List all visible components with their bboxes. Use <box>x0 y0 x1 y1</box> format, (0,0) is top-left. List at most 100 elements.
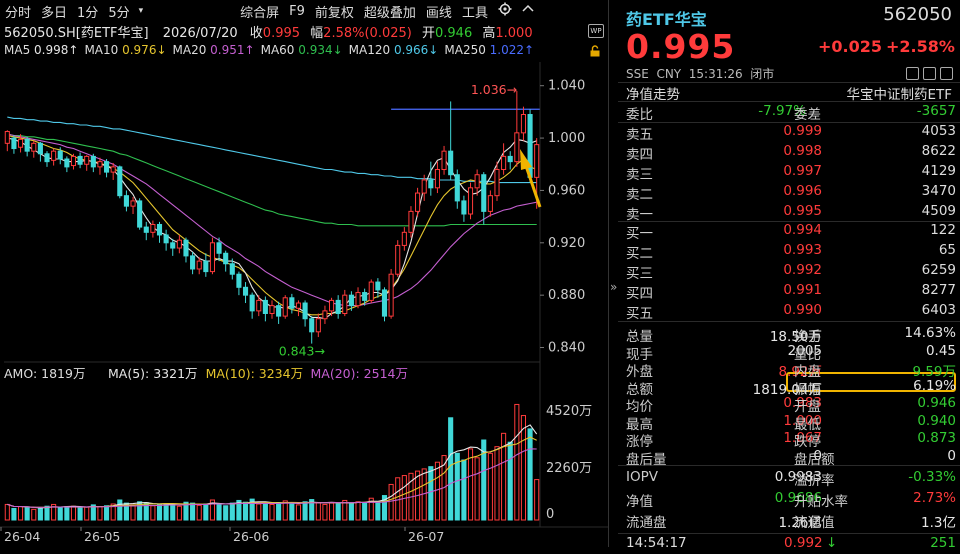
tab-period-1min[interactable]: 1分 <box>72 2 103 21</box>
more-periods-dropdown[interactable]: ▾ <box>135 6 148 16</box>
volume-bar <box>507 441 513 521</box>
ma-value-ma10: 0.976↓ <box>122 43 167 57</box>
candle-body <box>57 150 63 160</box>
tab-nav-trend[interactable]: 净值走势 <box>626 83 680 103</box>
max-price-annotation: 1.036→ <box>471 82 517 97</box>
tab-period-multiday[interactable]: 多日 <box>36 2 72 21</box>
volume-bar <box>11 507 17 521</box>
lock-icon[interactable] <box>589 45 601 61</box>
ma-value-ma250: 1.022↑ <box>489 43 535 57</box>
volume-bar <box>196 504 202 521</box>
stat-row: 盘后量 0 盘后额 0 <box>626 447 958 468</box>
quote-date: 2026/07/20 <box>162 26 238 41</box>
etf-stat-value: 2.73% <box>913 490 956 506</box>
stat-value: 0.946 <box>917 395 956 411</box>
add-icon[interactable] <box>940 66 953 81</box>
candle-body <box>150 223 156 233</box>
candle-body <box>375 281 381 291</box>
candle-body <box>249 294 255 312</box>
open-value: 0.946 <box>435 26 473 41</box>
volume-bar <box>527 428 533 521</box>
volume-bar <box>315 502 321 521</box>
etf-stat-label: 净值 <box>626 494 653 510</box>
edit-icon[interactable] <box>906 66 919 81</box>
volume-bar <box>176 505 182 521</box>
volume-bar <box>17 506 24 521</box>
bid-row: 买五 0.990 6403 <box>626 302 958 322</box>
volume-bar <box>428 466 434 521</box>
tool-forward-adjust[interactable]: 前复权 <box>310 2 359 21</box>
close-value: 0.995 <box>262 26 301 41</box>
volume-bar <box>269 503 275 521</box>
ask-volume: 8622 <box>921 143 956 159</box>
panel-divider <box>608 0 609 547</box>
bid-price: 0.993 <box>783 242 822 258</box>
volume-bar <box>262 502 268 521</box>
ask-row: 卖三 0.997 4129 <box>626 163 958 183</box>
candle-body <box>302 302 308 320</box>
candle-body <box>329 299 335 312</box>
tool-f9[interactable]: F9 <box>284 4 310 19</box>
candle-body <box>256 299 262 312</box>
volume-bar <box>190 502 196 521</box>
volume-bar <box>170 504 176 521</box>
stat-row: 总量 18.50万 换手 14.63% <box>626 325 958 345</box>
candle-body <box>315 318 321 333</box>
volume-bar <box>156 503 163 521</box>
volume-bar <box>461 459 467 521</box>
candle-body <box>289 297 295 309</box>
chevron-up-icon[interactable] <box>517 3 539 19</box>
candle-body <box>441 150 447 170</box>
candle-body <box>51 150 57 161</box>
volume-bar <box>150 505 156 521</box>
tool-composite-screen[interactable]: 综合屏 <box>235 2 284 21</box>
tool-draw-line[interactable]: 画线 <box>421 2 457 21</box>
security-code: 562050 <box>883 4 952 25</box>
price-axis-tick: 0.840 <box>548 341 585 356</box>
candle-body <box>355 292 361 307</box>
candle-body <box>143 226 149 233</box>
tab-period-minute[interactable]: 分时 <box>0 2 36 21</box>
time-axis-label: 26-04 <box>4 529 40 544</box>
candle-body <box>520 114 527 134</box>
stat-value: 6.19% <box>913 377 956 394</box>
candle-body <box>97 161 103 168</box>
candle-body <box>44 153 50 163</box>
tool-tools-menu[interactable]: 工具 <box>457 2 493 21</box>
stat-value: 0.940 <box>917 412 956 429</box>
candle-body <box>481 174 487 212</box>
price-axis-tick: 0.920 <box>548 236 585 251</box>
ask-row: 卖四 0.998 8622 <box>626 143 958 163</box>
ask-volume: 4509 <box>921 203 956 219</box>
volume-bar <box>117 499 123 521</box>
stat-value: 0 <box>947 447 956 464</box>
candle-body <box>309 318 315 333</box>
tick-arrow: ↓ <box>826 535 838 551</box>
tool-super-overlay[interactable]: 超级叠加 <box>359 2 421 21</box>
stat-value: 14.63% <box>904 325 956 341</box>
bid-label: 买三 <box>626 266 653 282</box>
tick-price: 0.992 <box>784 535 823 551</box>
kline-chart[interactable]: 1.040 1.000 0.960 0.920 0.880 0.840 1.036→ 0.84… <box>0 62 608 547</box>
window-icon[interactable] <box>923 66 936 81</box>
candle-body <box>388 273 394 317</box>
gear-icon[interactable] <box>493 2 517 20</box>
candle-body <box>209 242 215 273</box>
etf-stat-row: 流通盘 1.26亿 流通值 1.3亿 <box>626 511 958 531</box>
candle-body <box>461 200 467 215</box>
candle-body <box>527 114 533 178</box>
tab-index-name[interactable]: 华宝中证制药ETF <box>846 83 952 103</box>
tab-period-5min[interactable]: 5分 <box>103 2 134 21</box>
etf-stat-row: 净值 0.9686 升贴水率 2.73% <box>626 490 958 510</box>
commission-row: 委比 -7.97% 委差 -3657 <box>626 103 958 123</box>
candle-body <box>534 144 540 178</box>
candle-body <box>507 155 513 163</box>
close-label: 收 <box>249 26 263 41</box>
bid-label: 买四 <box>626 286 653 302</box>
etf-stat-label: 升贴水率 <box>794 494 848 510</box>
expand-panel-icon[interactable]: » <box>610 280 617 294</box>
volume-bar <box>256 503 262 521</box>
candle-body <box>203 260 209 273</box>
candle-body <box>421 179 427 194</box>
wp-icon[interactable]: WP <box>588 24 604 38</box>
